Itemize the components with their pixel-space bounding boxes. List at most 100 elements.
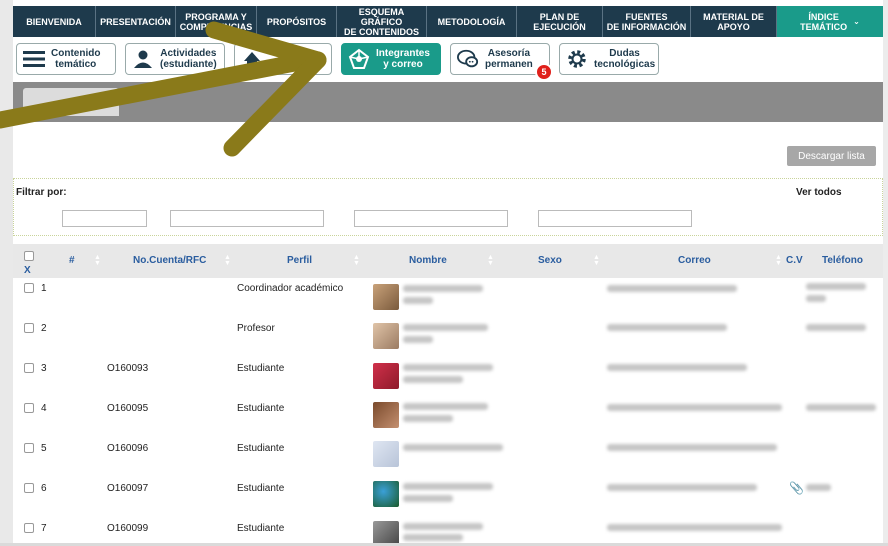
contenido-tematico-button[interactable]: Contenido temático xyxy=(16,43,116,75)
row-number: 3 xyxy=(41,363,47,374)
download-list-button[interactable]: Descargar lista xyxy=(787,146,876,166)
redacted-email xyxy=(607,404,782,411)
sort-icon[interactable]: ▲ ▼ xyxy=(487,254,494,267)
notification-badge: 5 xyxy=(535,63,553,81)
sort-icon[interactable]: ▲ ▼ xyxy=(353,254,360,267)
section-tab[interactable] xyxy=(23,88,119,116)
col-sex[interactable]: Sexo xyxy=(538,255,562,266)
redacted-name xyxy=(403,297,433,304)
avatar xyxy=(373,363,399,389)
section-header-band xyxy=(13,82,883,122)
redacted-phone xyxy=(806,404,876,411)
redacted-name xyxy=(403,444,503,451)
sort-icon[interactable]: ▲ ▼ xyxy=(224,254,231,267)
nav-metodologia[interactable]: METODOLOGÍA xyxy=(427,6,517,37)
filter-name-input[interactable] xyxy=(354,210,508,227)
col-account[interactable]: No.Cuenta/RFC xyxy=(133,255,206,266)
row-number: 7 xyxy=(41,523,47,534)
actividades-button[interactable]: Actividades (estudiante) xyxy=(125,43,225,75)
row-checkbox[interactable] xyxy=(24,403,34,413)
dudas-tecnologicas-label: Dudas tecnológicas xyxy=(594,48,656,70)
table-row: 1 Coordinador académico xyxy=(13,279,883,319)
sort-icon[interactable]: ▲ ▼ xyxy=(593,254,600,267)
redacted-name xyxy=(403,534,463,541)
select-all-checkbox[interactable] xyxy=(24,251,34,261)
row-account: O160096 xyxy=(107,443,149,454)
nav-programa[interactable]: PROGRAMA Y COMPETENCIAS xyxy=(176,6,257,37)
nav-indice[interactable]: ÍNDICE TEMÁTICO ⌄ xyxy=(777,6,883,37)
col-name[interactable]: Nombre xyxy=(409,255,447,266)
avatar xyxy=(373,323,399,349)
col-select: X xyxy=(24,265,31,276)
filter-email-input[interactable] xyxy=(538,210,692,227)
col-cv[interactable]: C.V xyxy=(786,255,803,266)
show-all-link[interactable]: Ver todos xyxy=(796,187,842,198)
nav-material[interactable]: MATERIAL DE APOYO xyxy=(691,6,777,37)
col-number[interactable]: # xyxy=(69,255,75,266)
filter-label: Filtrar por: xyxy=(16,187,67,198)
table-row: 2 Profesor xyxy=(13,319,883,359)
row-account: O160097 xyxy=(107,483,149,494)
row-number: 1 xyxy=(41,283,47,294)
row-checkbox[interactable] xyxy=(24,523,34,533)
row-checkbox[interactable] xyxy=(24,483,34,493)
redacted-name xyxy=(403,285,483,292)
right-gutter xyxy=(883,0,888,546)
filter-account-input[interactable] xyxy=(62,210,147,227)
nav-indice-label: ÍNDICE TEMÁTICO xyxy=(800,11,848,32)
row-number: 6 xyxy=(41,483,47,494)
redacted-name xyxy=(403,364,493,371)
col-profile[interactable]: Perfil xyxy=(287,255,312,266)
col-email[interactable]: Correo xyxy=(678,255,711,266)
top-navigation: BIENVENIDA PRESENTACIÓN PROGRAMA Y COMPE… xyxy=(13,6,883,37)
row-profile: Coordinador académico xyxy=(237,283,344,294)
row-checkbox[interactable] xyxy=(24,283,34,293)
row-profile: Estudiante xyxy=(237,483,285,494)
nav-bienvenida[interactable]: BIENVENIDA xyxy=(13,6,96,37)
section-toolbar: Contenido temático Actividades (estudian… xyxy=(13,38,883,82)
redacted-email xyxy=(607,364,747,371)
redacted-phone xyxy=(806,484,831,491)
row-number: 4 xyxy=(41,403,47,414)
left-gutter xyxy=(0,0,13,546)
redacted-email xyxy=(607,444,777,451)
nav-presentacion[interactable]: PRESENTACIÓN xyxy=(96,6,176,37)
row-profile: Estudiante xyxy=(237,443,285,454)
user-icon xyxy=(132,48,154,70)
sort-icon[interactable]: ▲ ▼ xyxy=(775,254,782,267)
table-row: 4 O160095 Estudiante xyxy=(13,399,883,439)
filter-profile-input[interactable] xyxy=(170,210,324,227)
network-icon xyxy=(348,48,370,70)
row-profile: Estudiante xyxy=(237,523,285,534)
redacted-name xyxy=(403,403,488,410)
row-account: O160093 xyxy=(107,363,149,374)
row-account: O160099 xyxy=(107,523,149,534)
row-profile: Estudiante xyxy=(237,363,285,374)
redacted-name xyxy=(403,483,493,490)
integrantes-correo-button[interactable]: Integrantes y correo xyxy=(341,43,441,75)
sort-icon[interactable]: ▲ ▼ xyxy=(94,254,101,267)
nav-propositos[interactable]: PROPÓSITOS xyxy=(257,6,337,37)
row-checkbox[interactable] xyxy=(24,443,34,453)
redacted-name xyxy=(403,324,488,331)
row-checkbox[interactable] xyxy=(24,323,34,333)
table-row: 5 O160096 Estudiante xyxy=(13,439,883,479)
row-checkbox[interactable] xyxy=(24,363,34,373)
nav-plan[interactable]: PLAN DE EJECUCIÓN xyxy=(517,6,603,37)
nav-fuentes[interactable]: FUENTES DE INFORMACIÓN xyxy=(603,6,691,37)
dudas-tecnologicas-button[interactable]: Dudas tecnológicas xyxy=(559,43,659,75)
gear-icon xyxy=(566,48,588,70)
chevron-down-icon: ⌄ xyxy=(853,16,860,26)
col-phone[interactable]: Teléfono xyxy=(822,255,863,266)
redacted-name xyxy=(403,415,453,422)
redacted-email xyxy=(607,324,727,331)
table-row: 7 O160099 Estudiante xyxy=(13,519,883,546)
integrantes-correo-label: Integrantes y correo xyxy=(376,48,430,70)
paperclip-icon[interactable]: 📎 xyxy=(789,481,804,495)
nav-esquema[interactable]: ESQUEMA GRÁFICO DE CONTENIDOS xyxy=(337,6,427,37)
table-header: X # ▲ ▼ No.Cuenta/RFC ▲ ▼ Perfil ▲ ▼ Nombre… xyxy=(13,244,883,278)
row-profile: Profesor xyxy=(237,323,275,334)
hidden-tool-button[interactable] xyxy=(234,43,332,75)
redacted-email xyxy=(607,524,782,531)
table-row: 6 O160097 Estudiante 📎 xyxy=(13,479,883,519)
